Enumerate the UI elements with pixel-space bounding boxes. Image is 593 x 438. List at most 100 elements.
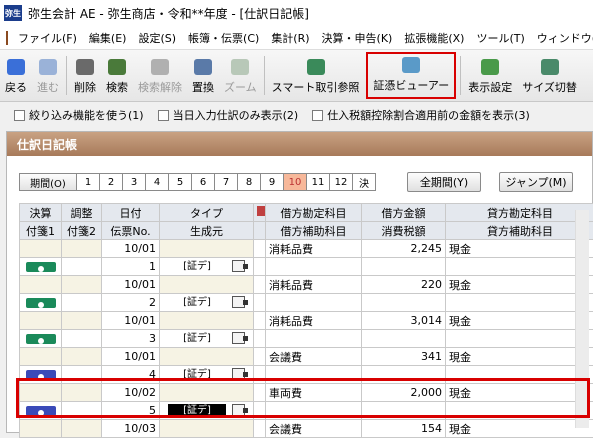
table-cell — [20, 366, 62, 384]
table-row[interactable]: 2[証デ] — [20, 294, 593, 312]
column-header: 借方補助科目 — [266, 222, 362, 240]
period-month-button[interactable]: 6 — [191, 173, 215, 191]
column-header: 消費税額 — [362, 222, 446, 240]
table-row[interactable]: 4[証デ] — [20, 366, 593, 384]
table-cell — [62, 276, 102, 294]
table-row[interactable]: 1[証デ] — [20, 258, 593, 276]
table-cell: 現金 — [446, 276, 593, 294]
option-checkbox[interactable]: 絞り込み機能を使う(1) — [14, 107, 144, 123]
column-header: 生成元 — [160, 222, 254, 240]
table-cell: 10/01 — [102, 348, 160, 366]
menu-item[interactable]: 帳簿・伝票(C) — [182, 30, 265, 46]
table-cell: 3,014 — [362, 312, 446, 330]
sticky-note-dot — [38, 266, 44, 272]
attachment-icon[interactable] — [232, 404, 245, 416]
sticky-note-dot — [38, 302, 44, 308]
table-cell — [254, 348, 266, 366]
menu-item[interactable]: 拡張機能(X) — [398, 30, 470, 46]
period-month-button[interactable]: 1 — [76, 173, 100, 191]
toolbar-button-9[interactable]: 表示設定 — [463, 50, 517, 101]
attachment-icon[interactable] — [232, 296, 245, 308]
menu-item[interactable]: 決算・申告(K) — [316, 30, 399, 46]
period-month-button[interactable]: 3 — [122, 173, 146, 191]
menu-item[interactable]: ウィンドウ(W) — [531, 30, 593, 46]
toolbar-button-3[interactable]: 検索 — [101, 50, 133, 101]
table-cell: 2,000 — [362, 384, 446, 402]
journal-table: 決算調整日付タイプ借方勘定科目借方金額貸方勘定科目付箋1付箋2伝票No.生成元借… — [19, 203, 593, 438]
period-month-button[interactable]: 12 — [329, 173, 353, 191]
table-row[interactable]: 10/01会議費341現金 — [20, 348, 593, 366]
table-cell — [160, 240, 254, 258]
toolbar-button-0[interactable]: 戻る — [0, 50, 32, 101]
table-cell — [254, 294, 266, 312]
toolbar-button-6[interactable]: ズーム — [219, 50, 262, 101]
document-icon[interactable] — [6, 31, 8, 45]
period-label-button[interactable]: 期間(O) — [19, 173, 77, 191]
table-row[interactable]: 10/03会議費154現金 — [20, 420, 593, 438]
jump-button[interactable]: ジャンプ(M) — [499, 172, 573, 192]
toolbar-button-label: 戻る — [5, 79, 27, 95]
toolbar-separator — [66, 56, 67, 95]
period-month-button[interactable]: 5 — [168, 173, 192, 191]
menu-item[interactable]: ファイル(F) — [12, 30, 83, 46]
checkbox-box[interactable] — [158, 110, 169, 121]
sticky-note-icon[interactable] — [26, 334, 56, 344]
toolbar-button-label: 表示設定 — [468, 79, 512, 95]
period-month-button[interactable]: 4 — [145, 173, 169, 191]
full-period-button[interactable]: 全期間(Y) — [407, 172, 481, 192]
period-month-button[interactable]: 決 — [352, 173, 376, 191]
table-cell — [446, 330, 593, 348]
sticky-note-icon[interactable] — [26, 406, 56, 416]
voucher-type[interactable]: [証デ] — [168, 332, 226, 346]
period-month-button[interactable]: 11 — [306, 173, 330, 191]
voucher-type[interactable]: [証デ] — [168, 404, 226, 418]
toolbar-button-10[interactable]: サイズ切替 — [517, 50, 582, 101]
toolbar-button-8[interactable]: 証憑ビューアー — [366, 52, 456, 99]
option-checkbox[interactable]: 当日入力仕訳のみ表示(2) — [158, 107, 299, 123]
size-switch-icon — [541, 59, 559, 75]
sticky-note-icon[interactable] — [26, 370, 56, 380]
voucher-type[interactable]: [証デ] — [168, 296, 226, 310]
toolbar-button-4[interactable]: 検索解除 — [133, 50, 187, 101]
attachment-icon[interactable] — [232, 368, 245, 380]
table-row[interactable]: 5[証デ] — [20, 402, 593, 420]
option-checkbox[interactable]: 仕入税額控除割合適用前の金額を表示(3) — [312, 107, 530, 123]
checkbox-box[interactable] — [14, 110, 25, 121]
toolbar-button-2[interactable]: 削除 — [69, 50, 101, 101]
period-month-button[interactable]: 7 — [214, 173, 238, 191]
table-cell — [20, 312, 62, 330]
attachment-icon[interactable] — [232, 260, 245, 272]
attachment-icon[interactable] — [232, 332, 245, 344]
menu-item[interactable]: 集計(R) — [265, 30, 315, 46]
sticky-note-icon[interactable] — [26, 298, 56, 308]
toolbar: 戻る進む削除検索検索解除置換ズームスマート取引参照証憑ビューアー表示設定サイズ切… — [0, 50, 593, 102]
table-row[interactable]: 3[証デ] — [20, 330, 593, 348]
checkbox-box[interactable] — [312, 110, 323, 121]
toolbar-button-1[interactable]: 進む — [32, 50, 64, 101]
menu-item[interactable]: ツール(T) — [470, 30, 530, 46]
vertical-scrollbar[interactable] — [575, 210, 589, 428]
voucher-viewer-icon — [402, 57, 420, 73]
toolbar-button-label: 進む — [37, 79, 59, 95]
table-row[interactable]: 10/02車両費2,000現金 — [20, 384, 593, 402]
table-cell — [266, 366, 362, 384]
period-month-button[interactable]: 8 — [237, 173, 261, 191]
options-bar: 絞り込み機能を使う(1) 当日入力仕訳のみ表示(2) 仕入税額控除割合適用前の金額を… — [0, 103, 593, 127]
period-month-button[interactable]: 9 — [260, 173, 284, 191]
voucher-type[interactable]: [証デ] — [168, 368, 226, 382]
menu-item[interactable]: 設定(S) — [132, 30, 182, 46]
period-month-button[interactable]: 10 — [283, 173, 307, 191]
table-cell — [62, 330, 102, 348]
toolbar-button-5[interactable]: 置換 — [187, 50, 219, 101]
toolbar-button-label: サイズ切替 — [522, 79, 577, 95]
period-month-button[interactable]: 2 — [99, 173, 123, 191]
table-row[interactable]: 10/01消耗品費2,245現金 — [20, 240, 593, 258]
table-row[interactable]: 10/01消耗品費3,014現金 — [20, 312, 593, 330]
voucher-type[interactable]: [証デ] — [168, 260, 226, 274]
table-row[interactable]: 10/01消耗品費220現金 — [20, 276, 593, 294]
sticky-note-icon[interactable] — [26, 262, 56, 272]
toolbar-button-7[interactable]: スマート取引参照 — [267, 50, 365, 101]
toolbar-button-label: 削除 — [74, 79, 96, 95]
table-cell — [20, 330, 62, 348]
menu-item[interactable]: 編集(E) — [83, 30, 133, 46]
